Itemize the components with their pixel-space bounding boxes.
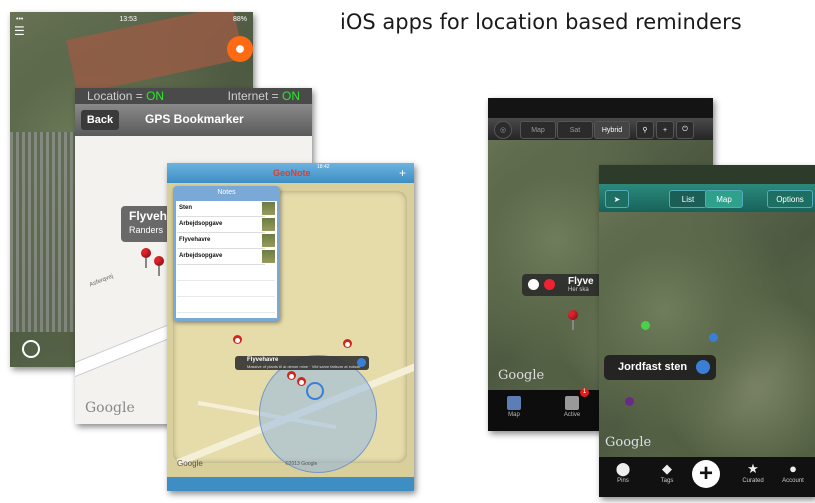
map-logo: Google xyxy=(85,400,135,416)
map-pin-icon[interactable] xyxy=(154,256,164,276)
location-icon[interactable] xyxy=(22,340,40,358)
status-bar: ••• 13:53 88% xyxy=(10,12,253,26)
account-icon: ● xyxy=(789,461,797,476)
map-pin-icon[interactable] xyxy=(641,321,650,330)
badge-count: 1 xyxy=(580,388,589,397)
callout-subtitle: Randers xyxy=(129,225,164,235)
star-icon: ★ xyxy=(747,461,759,476)
list-item[interactable]: Flyvehavre xyxy=(177,233,265,249)
checkbox-icon xyxy=(565,396,579,410)
pins-app-screen: ➤ List Map Options Jordfast sten Google … xyxy=(599,165,815,497)
target-icon[interactable]: ◎ xyxy=(494,121,512,139)
pin-callout[interactable]: Jordfast sten xyxy=(604,355,716,380)
tab-account[interactable]: ● Account xyxy=(773,461,813,495)
tab-map[interactable]: Map xyxy=(494,394,534,428)
location-status: Location = ON xyxy=(87,89,165,103)
map-pin-icon[interactable] xyxy=(233,335,242,344)
notes-list: Sten Arbejdsopgave Flyvehavre Arbejdsopg… xyxy=(176,201,277,318)
popup-title: Flyvehavre xyxy=(247,357,279,363)
add-pin-button[interactable]: + xyxy=(692,460,720,488)
internet-status: Internet = ON xyxy=(227,89,300,103)
list-item[interactable]: Sten xyxy=(177,201,265,217)
internet-status-value: ON xyxy=(282,89,300,103)
options-button[interactable]: Options xyxy=(767,190,813,208)
note-thumbnail xyxy=(262,202,275,215)
map-pin-icon[interactable] xyxy=(568,310,578,330)
map-pin-icon[interactable] xyxy=(297,377,306,386)
app-brand: GeoNote xyxy=(273,168,311,178)
add-icon[interactable]: + xyxy=(656,121,674,139)
tag-icon: ◆ xyxy=(662,461,672,476)
segment-sat[interactable]: Sat xyxy=(557,121,593,139)
list-item[interactable]: Arbejdsopgave xyxy=(177,249,265,265)
road-label: Asferqvej xyxy=(88,273,115,289)
empty-row xyxy=(177,297,275,313)
note-thumbnail xyxy=(262,250,275,263)
location-status-value: ON xyxy=(146,89,165,103)
map-pin-icon[interactable] xyxy=(141,248,151,268)
parking-lot xyxy=(10,132,80,332)
power-icon[interactable]: ⏻ xyxy=(676,121,694,139)
map-logo: Google xyxy=(177,459,203,468)
locate-icon[interactable]: ➤ xyxy=(605,190,629,208)
notes-popover: Notes Sten Arbejdsopgave Flyvehavre Arbe… xyxy=(173,186,280,321)
notes-header: Notes xyxy=(217,189,236,196)
menu-icon[interactable]: ☰ xyxy=(14,24,26,38)
segment-map[interactable]: Map xyxy=(520,121,556,139)
map-pin-icon[interactable] xyxy=(287,371,296,380)
tab-pins[interactable]: ⬤ Pins xyxy=(603,461,643,495)
info-icon[interactable] xyxy=(357,358,366,367)
map-pin-icon[interactable] xyxy=(343,339,352,348)
toggle-list[interactable]: List xyxy=(669,190,707,208)
pin-icon: ⬤ xyxy=(615,461,631,476)
back-button[interactable]: Back xyxy=(81,110,119,130)
connection-status-bar: Location = ON Internet = ON xyxy=(75,88,312,104)
callout-title: Flyve xyxy=(568,276,594,287)
map-icon xyxy=(507,396,521,410)
status-time: 18:42 xyxy=(317,164,330,170)
segment-hybrid[interactable]: Hybrid xyxy=(594,121,630,139)
status-time: 13:53 xyxy=(119,15,137,23)
note-thumbnail xyxy=(262,218,275,231)
callout-subtitle: Her ska xyxy=(568,287,589,293)
note-popup[interactable]: Flyvehavre Massive of plants til at dens… xyxy=(235,356,369,370)
empty-row xyxy=(177,265,275,281)
note-thumbnail xyxy=(262,234,275,247)
callout-title: Flyveh xyxy=(129,209,168,223)
empty-row xyxy=(177,281,275,297)
toggle-map[interactable]: Map xyxy=(705,190,743,208)
map-logo: Google xyxy=(605,435,652,450)
callout-title: Jordfast sten xyxy=(618,361,688,373)
map-copyright: ©2013 Google xyxy=(285,461,318,467)
map-area xyxy=(599,212,815,457)
tab-tags[interactable]: ◆ Tags xyxy=(647,461,687,495)
list-item[interactable]: Arbejdsopgave xyxy=(177,217,265,233)
record-icon[interactable] xyxy=(227,36,253,62)
signal-icon: ••• xyxy=(16,15,24,23)
check-icon[interactable] xyxy=(528,279,539,290)
nav-title: GPS Bookmarker xyxy=(145,112,244,126)
current-location-icon xyxy=(306,382,324,400)
popup-subtitle: Massive of plants til at dense mine · Vi… xyxy=(247,364,361,369)
map-logo: Google xyxy=(498,368,545,383)
page-title: iOS apps for location based reminders xyxy=(340,10,742,34)
info-icon[interactable] xyxy=(696,360,710,374)
add-note-button[interactable]: + xyxy=(399,166,406,180)
map-pin-icon[interactable] xyxy=(709,333,718,342)
bottom-bar xyxy=(167,477,414,491)
tab-active[interactable]: Active xyxy=(552,394,592,428)
pin-icon[interactable]: ⚲ xyxy=(636,121,654,139)
battery-level: 88% xyxy=(232,15,247,23)
geofence-circle xyxy=(259,355,377,473)
tab-curated[interactable]: ★ Curated xyxy=(733,461,773,495)
map-pin-icon[interactable] xyxy=(625,397,634,406)
delete-icon[interactable] xyxy=(544,279,555,290)
